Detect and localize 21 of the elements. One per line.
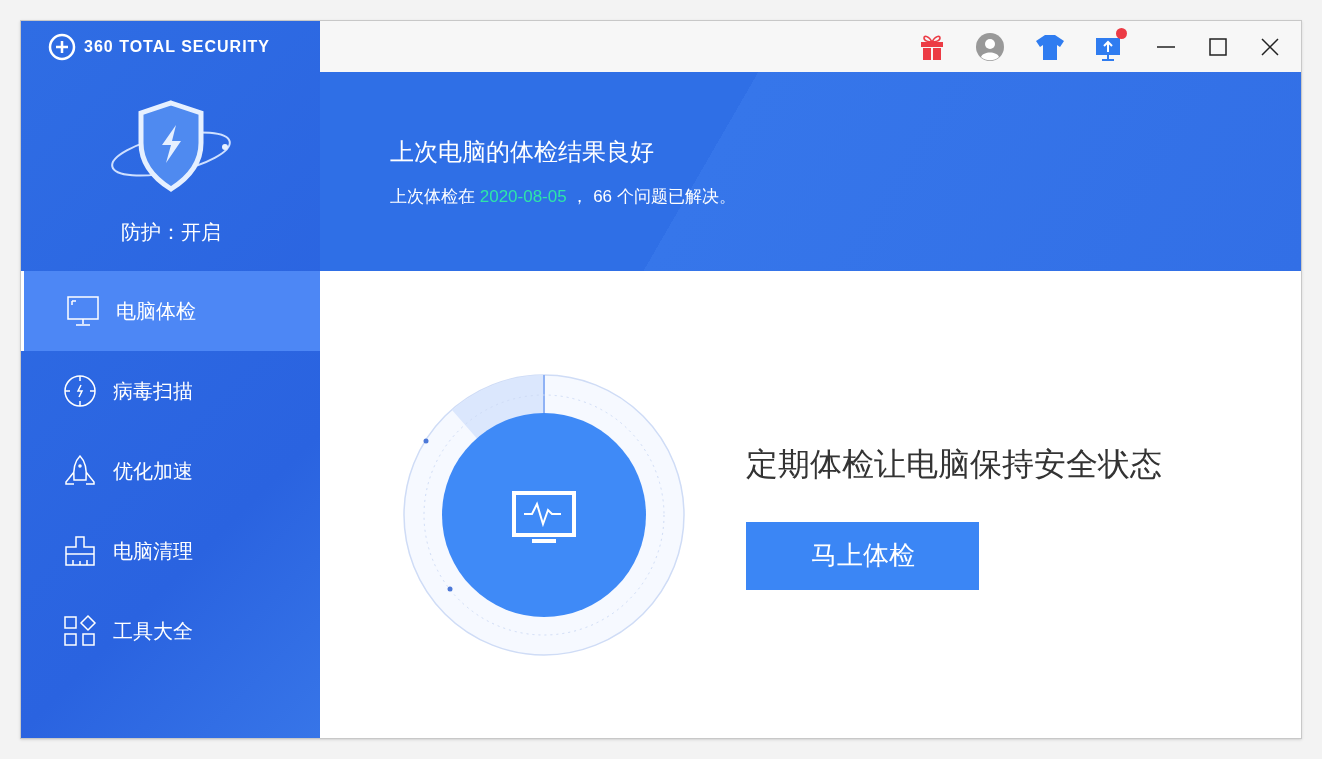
protection-status: 防护：开启 xyxy=(120,220,221,245)
crosshair-icon xyxy=(63,374,97,408)
rocket-icon xyxy=(63,454,97,488)
sidebar-item[interactable]: 工具大全 xyxy=(21,591,320,671)
sidebar-item[interactable]: 电脑体检 xyxy=(21,271,320,351)
user-avatar-icon[interactable] xyxy=(975,31,1005,62)
t-shirt-icon[interactable] xyxy=(1035,33,1065,60)
start-checkup-button[interactable]: 马上体检 xyxy=(746,521,979,590)
brush-icon xyxy=(63,534,97,568)
checkup-message: 定期体检让电脑保持安全状态 xyxy=(746,444,1162,484)
sidebar-item[interactable]: 电脑清理 xyxy=(21,511,320,591)
header-subtitle: 上次体检在 2020-08-05 ， 66 个问题已解决。 xyxy=(390,185,737,208)
monitor-icon xyxy=(66,294,100,328)
logo-icon xyxy=(48,33,76,61)
header-title: 上次电脑的体检结果良好 xyxy=(390,136,655,167)
grid-icon xyxy=(63,614,97,648)
sidebar-item[interactable]: 优化加速 xyxy=(21,431,320,511)
maximize-icon[interactable] xyxy=(1207,35,1229,58)
close-icon[interactable] xyxy=(1259,35,1281,58)
sidebar-item[interactable]: 病毒扫描 xyxy=(21,351,320,431)
app-logo-text: 360 TOTAL SECURITY xyxy=(84,37,271,57)
